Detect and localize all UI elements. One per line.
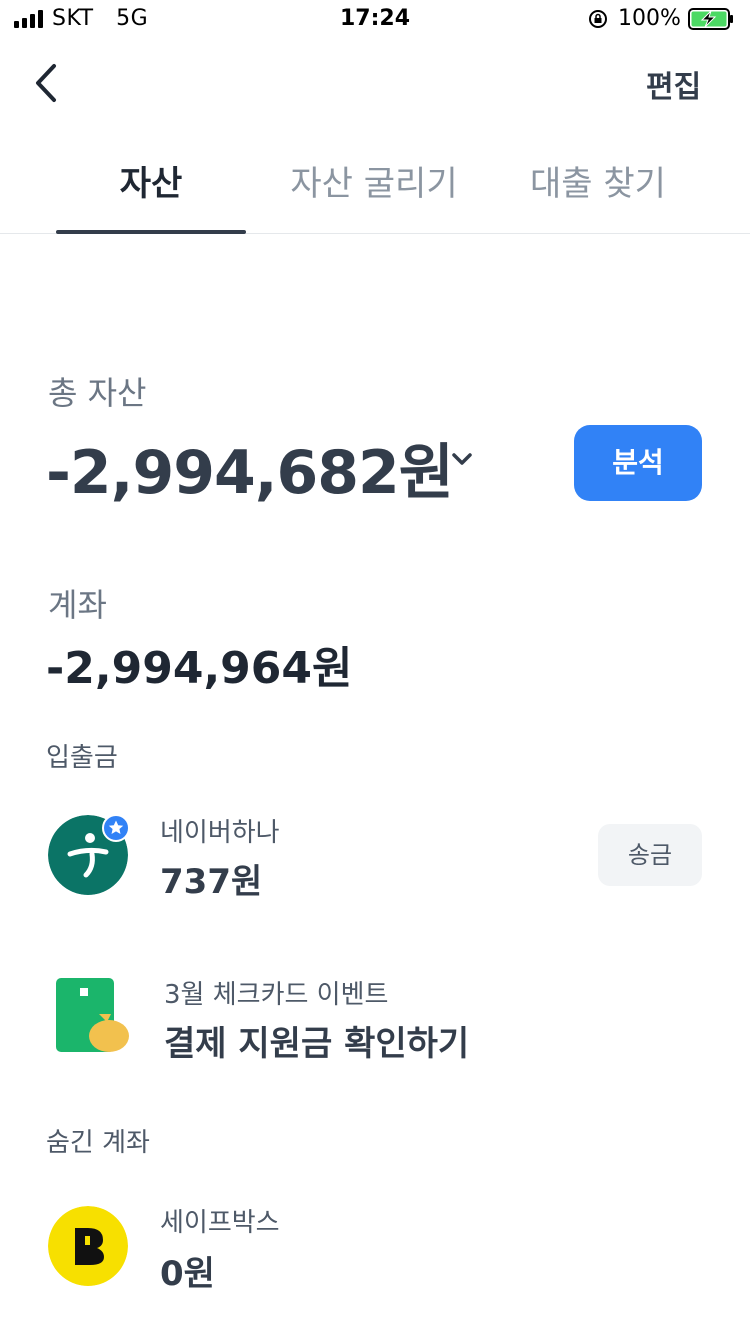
deposit-section-title: 입출금 bbox=[46, 743, 118, 773]
account-row-safebox[interactable]: 세이프박스 0원 bbox=[0, 1190, 750, 1300]
tab-assets[interactable]: 자산 bbox=[56, 156, 246, 205]
tab-active-indicator bbox=[56, 230, 246, 234]
hidden-section-title: 숨긴 계좌 bbox=[46, 1128, 150, 1158]
accounts-label: 계좌 bbox=[48, 586, 107, 624]
edit-button[interactable]: 편집 bbox=[646, 62, 701, 106]
card-moneybag-icon bbox=[56, 978, 129, 1052]
accounts-amount: -2,994,964원 bbox=[46, 643, 353, 694]
battery-charging-icon bbox=[688, 8, 733, 30]
promo-row[interactable]: 3월 체크카드 이벤트 결제 지원금 확인하기 bbox=[0, 962, 750, 1072]
chevron-down-icon[interactable] bbox=[450, 450, 474, 468]
promo-title: 결제 지원금 확인하기 bbox=[164, 1024, 470, 1064]
send-money-button[interactable]: 송금 bbox=[598, 824, 702, 886]
rotation-lock-icon bbox=[589, 10, 607, 28]
total-assets-label: 총 자산 bbox=[48, 374, 147, 412]
account-balance: 0원 bbox=[160, 1254, 215, 1294]
back-chevron-icon[interactable] bbox=[30, 62, 64, 104]
tab-find-loans[interactable]: 대출 찾기 bbox=[500, 156, 696, 205]
tab-grow-assets[interactable]: 자산 굴리기 bbox=[264, 156, 484, 205]
promo-subtitle: 3월 체크카드 이벤트 bbox=[164, 980, 389, 1010]
account-name: 세이프박스 bbox=[160, 1208, 280, 1238]
analysis-button[interactable]: 분석 bbox=[574, 425, 702, 501]
account-balance: 737원 bbox=[160, 862, 263, 902]
account-name: 네이버하나 bbox=[160, 818, 280, 848]
battery-percent: 100% bbox=[618, 6, 681, 31]
status-bar: SKT 5G 17:24 100% bbox=[0, 0, 750, 40]
star-badge-icon bbox=[102, 814, 130, 842]
kbank-logo-icon bbox=[48, 1206, 128, 1286]
total-assets-amount[interactable]: -2,994,682원 bbox=[46, 424, 454, 511]
